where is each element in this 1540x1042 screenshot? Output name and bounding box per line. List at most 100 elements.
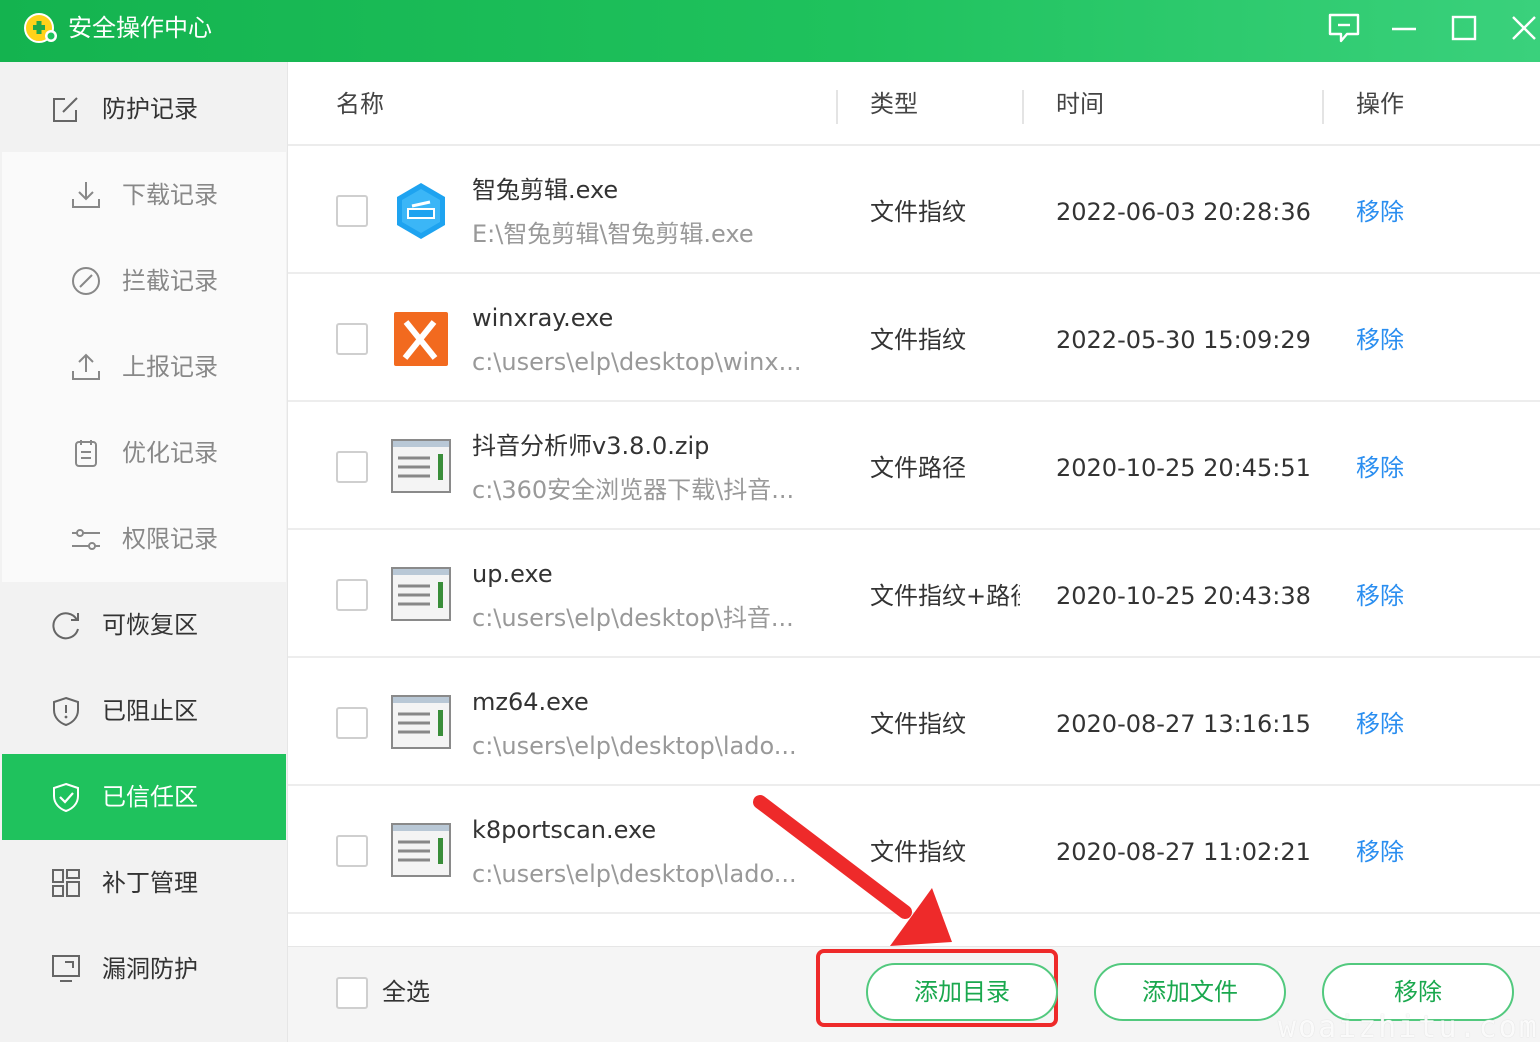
trust-time: 2020-10-25 20:43:38: [1056, 582, 1311, 610]
column-divider[interactable]: [1322, 90, 1324, 124]
sidebar-item-blocked[interactable]: 已阻止区: [2, 668, 286, 754]
file-window-icon: [391, 695, 451, 749]
sidebar-item-trusted[interactable]: 已信任区: [2, 754, 286, 840]
table-row: winxray.exe c:\users\elp\desktop\winx...…: [288, 274, 1540, 402]
remove-link[interactable]: 移除: [1356, 836, 1404, 868]
block-icon: [72, 267, 100, 295]
sidebar-item-protection-log[interactable]: 防护记录: [2, 66, 286, 152]
remove-link[interactable]: 移除: [1356, 196, 1404, 228]
shield-alert-icon: [53, 696, 79, 727]
row-checkbox[interactable]: [336, 707, 368, 739]
grid-icon: [52, 869, 80, 897]
remove-link[interactable]: 移除: [1356, 708, 1404, 740]
file-path: c:\360安全浏览器下载\抖音...: [472, 476, 795, 504]
table-header: 名称 类型 时间 操作: [288, 62, 1540, 146]
sidebar-item-label: 优化记录: [122, 439, 218, 467]
header-action: 操作: [1356, 90, 1404, 118]
row-checkbox[interactable]: [336, 835, 368, 867]
header-time: 时间: [1056, 90, 1104, 118]
sliders-icon: [72, 529, 100, 550]
sidebar-item-recoverable[interactable]: 可恢复区: [2, 582, 286, 668]
window-title: 安全操作中心: [68, 14, 212, 42]
trust-time: 2022-06-03 20:28:36: [1056, 198, 1311, 226]
sidebar: 防护记录 下载记录 拦截记录 上报记录 优化记录 权限记录 可恢复区 已阻止区 …: [0, 62, 288, 1042]
table-row: 抖音分析师v3.8.0.zip c:\360安全浏览器下载\抖音... 文件路径…: [288, 402, 1540, 530]
file-window-icon: [391, 439, 451, 493]
remove-link[interactable]: 移除: [1356, 324, 1404, 356]
sidebar-item-label: 可恢复区: [102, 611, 198, 639]
file-name: mz64.exe: [472, 688, 589, 716]
sidebar-item-label: 权限记录: [122, 525, 218, 553]
trust-time: 2020-08-27 13:16:15: [1056, 710, 1311, 738]
close-button[interactable]: [1502, 8, 1540, 48]
sidebar-item-label: 下载记录: [122, 181, 218, 209]
download-icon: [72, 182, 100, 208]
watermark-text: woaizhitu.com: [1278, 1010, 1539, 1042]
app-x-icon: [394, 312, 448, 366]
minimize-button[interactable]: [1382, 8, 1426, 48]
trust-type: 文件指纹: [870, 710, 966, 738]
table-row: up.exe c:\users\elp\desktop\抖音... 文件指纹+路…: [288, 530, 1540, 658]
sidebar-item-download-log[interactable]: 下载记录: [2, 152, 286, 238]
feedback-icon: [1328, 13, 1360, 43]
file-name: 抖音分析师v3.8.0.zip: [472, 432, 710, 460]
file-name: k8portscan.exe: [472, 816, 657, 844]
trust-type: 文件指纹: [870, 198, 966, 226]
edit-icon: [53, 97, 78, 122]
select-all-label[interactable]: 全选: [382, 975, 430, 1009]
row-checkbox[interactable]: [336, 323, 368, 355]
sidebar-item-permission-log[interactable]: 权限记录: [2, 496, 286, 582]
trust-type: 文件指纹: [870, 326, 966, 354]
header-type: 类型: [870, 90, 918, 118]
trust-type: 文件指纹+路径: [870, 582, 1020, 610]
sidebar-item-report-log[interactable]: 上报记录: [2, 324, 286, 410]
minimize-icon: [1392, 27, 1416, 31]
feedback-button[interactable]: [1322, 8, 1366, 48]
select-all-checkbox[interactable]: [336, 977, 368, 1009]
row-checkbox[interactable]: [336, 579, 368, 611]
table-row: 智兔剪辑.exe E:\智兔剪辑\智兔剪辑.exe 文件指纹 2022-06-0…: [288, 146, 1540, 274]
remove-link[interactable]: 移除: [1356, 580, 1404, 612]
sidebar-item-vuln-protect[interactable]: 漏洞防护: [2, 926, 286, 1012]
add-file-button[interactable]: 添加文件: [1094, 963, 1286, 1021]
table-row: mz64.exe c:\users\elp\desktop\lado... 文件…: [288, 658, 1540, 786]
file-window-icon: [391, 823, 451, 877]
row-checkbox[interactable]: [336, 195, 368, 227]
sidebar-item-label: 已阻止区: [102, 697, 198, 725]
notepad-icon: [75, 440, 97, 467]
column-divider[interactable]: [1022, 90, 1024, 124]
sidebar-item-block-log[interactable]: 拦截记录: [2, 238, 286, 324]
sidebar-item-label: 补丁管理: [102, 869, 198, 897]
maximize-button[interactable]: [1442, 8, 1486, 48]
monitor-icon: [52, 955, 80, 982]
file-path: c:\users\elp\desktop\winx...: [472, 348, 802, 376]
annotation-arrow-icon: [753, 795, 952, 946]
file-path: c:\users\elp\desktop\抖音...: [472, 604, 794, 632]
trust-time: 2020-08-27 11:02:21: [1056, 838, 1311, 866]
app-hexagon-icon: [397, 183, 445, 239]
sidebar-item-patch[interactable]: 补丁管理: [2, 840, 286, 926]
upload-icon: [72, 353, 100, 380]
maximize-icon: [1451, 15, 1477, 41]
file-path: c:\users\elp\desktop\lado...: [472, 732, 797, 760]
trust-time: 2020-10-25 20:45:51: [1056, 454, 1311, 482]
sidebar-item-optimize-log[interactable]: 优化记录: [2, 410, 286, 496]
row-checkbox[interactable]: [336, 451, 368, 483]
app-logo-icon: [24, 13, 57, 43]
shield-check-icon: [53, 782, 79, 813]
column-divider[interactable]: [836, 90, 838, 124]
sidebar-item-label: 防护记录: [102, 95, 198, 123]
file-name: winxray.exe: [472, 304, 614, 332]
sidebar-item-label: 拦截记录: [122, 267, 218, 295]
file-name: 智兔剪辑.exe: [472, 176, 619, 204]
refresh-icon: [52, 612, 79, 640]
trust-time: 2022-05-30 15:09:29: [1056, 326, 1311, 354]
sidebar-item-label: 已信任区: [102, 783, 198, 811]
sidebar-item-label: 漏洞防护: [102, 955, 198, 983]
add-directory-button[interactable]: 添加目录: [866, 963, 1058, 1021]
remove-link[interactable]: 移除: [1356, 452, 1404, 484]
file-path: E:\智兔剪辑\智兔剪辑.exe: [472, 220, 754, 248]
header-name: 名称: [336, 90, 384, 118]
file-window-icon: [391, 567, 451, 621]
trust-type: 文件路径: [870, 454, 966, 482]
